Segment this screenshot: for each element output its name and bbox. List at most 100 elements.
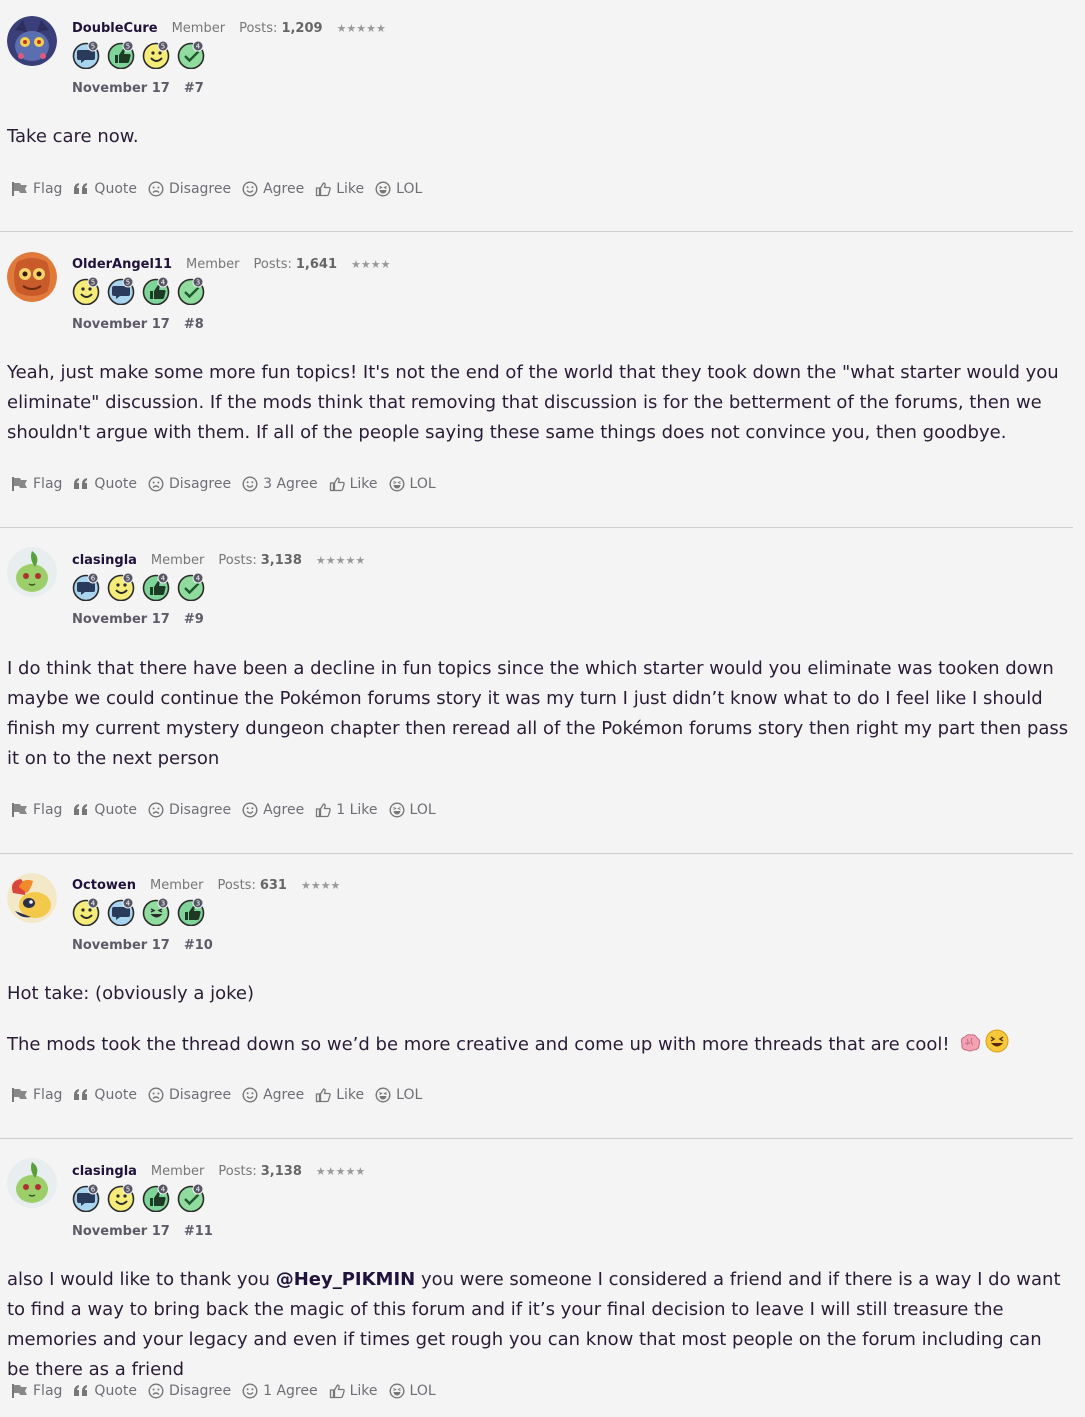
like-button[interactable]: Like	[329, 1383, 378, 1399]
disagree-button[interactable]: Disagree	[148, 802, 231, 818]
username[interactable]: OlderAngel11	[72, 257, 172, 272]
thumb-badge-icon[interactable]: 3	[177, 897, 205, 927]
post-number[interactable]: #8	[184, 317, 204, 332]
like-button[interactable]: Like	[329, 476, 378, 492]
avatar[interactable]	[7, 1158, 57, 1208]
post-paragraph: Take care now.	[7, 126, 139, 147]
avatar[interactable]	[7, 252, 57, 302]
agree-button[interactable]: Agree	[242, 1087, 304, 1103]
svg-text:5: 5	[126, 1186, 130, 1194]
badge-row: 6 5 4 4	[72, 572, 205, 602]
post-date[interactable]: November 17	[72, 81, 170, 96]
username[interactable]: Octowen	[72, 878, 136, 893]
post-body: Hot take: (obviously a joke) The mods to…	[7, 979, 1069, 1063]
username[interactable]: clasingla	[72, 1164, 137, 1179]
agree-button[interactable]: 3 Agree	[242, 476, 318, 492]
lol-button[interactable]: LOL	[389, 476, 436, 492]
avatar[interactable]	[7, 16, 57, 66]
quote-button[interactable]: Quote	[73, 181, 137, 197]
quote-button[interactable]: Quote	[73, 476, 137, 492]
post-paragraph: Yeah, just make some more fun topics! It…	[7, 362, 1059, 443]
lol-label: LOL	[409, 802, 436, 818]
flag-button[interactable]: Flag	[11, 1383, 62, 1399]
svg-text:5: 5	[161, 43, 165, 51]
disagree-label: Disagree	[168, 476, 232, 492]
svg-text:4: 4	[161, 279, 166, 287]
svg-text:4: 4	[161, 1186, 166, 1194]
agree-button[interactable]: Agree	[242, 802, 304, 818]
post-number[interactable]: #7	[184, 81, 204, 96]
svg-text:6: 6	[91, 1186, 96, 1194]
check-badge-icon[interactable]: 4	[177, 40, 205, 70]
posts-count: 3,138	[260, 1164, 302, 1179]
smile-badge-icon[interactable]: 5	[107, 1183, 135, 1213]
agree-label: Agree	[263, 1087, 305, 1103]
flag-icon	[11, 802, 33, 818]
quote-button[interactable]: Quote	[73, 1087, 137, 1103]
thumb-badge-icon[interactable]: 4	[142, 572, 170, 602]
svg-text:5: 5	[126, 43, 130, 51]
like-button[interactable]: Like	[315, 1087, 364, 1103]
disagree-button[interactable]: Disagree	[148, 181, 231, 197]
thumbs-up-icon	[315, 1087, 336, 1103]
quote-label: Quote	[94, 1087, 137, 1103]
username[interactable]: DoubleCure	[72, 21, 158, 36]
agree-button[interactable]: Agree	[242, 181, 304, 197]
post-date[interactable]: November 17	[72, 938, 170, 953]
disagree-button[interactable]: Disagree	[148, 1087, 231, 1103]
check-badge-icon[interactable]: 4	[177, 1183, 205, 1213]
quote-label: Quote	[94, 181, 137, 197]
post-date[interactable]: November 17	[72, 317, 170, 332]
flag-button[interactable]: Flag	[11, 181, 62, 197]
user-mention-link[interactable]: @Hey_PIKMIN	[276, 1269, 416, 1290]
username[interactable]: clasingla	[72, 553, 137, 568]
post-number[interactable]: #11	[184, 1224, 213, 1239]
post-number[interactable]: #10	[184, 938, 213, 953]
post-divider	[0, 853, 1073, 854]
lol-button[interactable]: LOL	[375, 1087, 422, 1103]
posts-label: Posts:	[217, 878, 256, 893]
flag-button[interactable]: Flag	[11, 802, 62, 818]
thumb-badge-icon[interactable]: 4	[142, 276, 170, 306]
thumb-badge-icon[interactable]: 4	[142, 1183, 170, 1213]
frown-icon	[148, 802, 169, 818]
quote-icon	[73, 1384, 94, 1398]
post-date[interactable]: November 17	[72, 1224, 170, 1239]
smile-badge-icon[interactable]: 5	[107, 572, 135, 602]
flag-button[interactable]: Flag	[11, 476, 62, 492]
like-button[interactable]: Like	[315, 181, 364, 197]
lol-button[interactable]: LOL	[375, 181, 422, 197]
flag-label: Flag	[33, 476, 63, 492]
svg-text:3: 3	[161, 900, 165, 908]
chat-badge-icon[interactable]: 6	[72, 1183, 100, 1213]
thumb-badge-icon[interactable]: 5	[107, 40, 135, 70]
laugh-badge-icon[interactable]: 3	[142, 897, 170, 927]
lol-button[interactable]: LOL	[389, 802, 436, 818]
quote-button[interactable]: Quote	[73, 1383, 137, 1399]
disagree-button[interactable]: Disagree	[148, 1383, 231, 1399]
flag-button[interactable]: Flag	[11, 1087, 62, 1103]
chat-badge-icon[interactable]: 5	[72, 40, 100, 70]
like-button[interactable]: 1 Like	[315, 802, 378, 818]
post-number[interactable]: #9	[184, 612, 204, 627]
agree-button[interactable]: 1 Agree	[242, 1383, 318, 1399]
laugh-icon	[389, 802, 410, 818]
lol-button[interactable]: LOL	[389, 1383, 436, 1399]
thumbs-up-icon	[329, 1383, 350, 1399]
frown-icon	[148, 181, 169, 197]
check-badge-icon[interactable]: 3	[177, 276, 205, 306]
post-date[interactable]: November 17	[72, 612, 170, 627]
chat-badge-icon[interactable]: 5	[107, 276, 135, 306]
check-badge-icon[interactable]: 4	[177, 572, 205, 602]
chat-badge-icon[interactable]: 4	[107, 897, 135, 927]
smile-badge-icon[interactable]: 5	[72, 276, 100, 306]
avatar[interactable]	[7, 547, 57, 597]
smile-badge-icon[interactable]: 5	[142, 40, 170, 70]
quote-label: Quote	[94, 1383, 137, 1399]
chat-badge-icon[interactable]: 6	[72, 572, 100, 602]
avatar[interactable]	[7, 873, 57, 923]
agree-label: 3 Agree	[263, 476, 318, 492]
disagree-button[interactable]: Disagree	[148, 476, 231, 492]
smile-badge-icon[interactable]: 4	[72, 897, 100, 927]
quote-button[interactable]: Quote	[73, 802, 137, 818]
